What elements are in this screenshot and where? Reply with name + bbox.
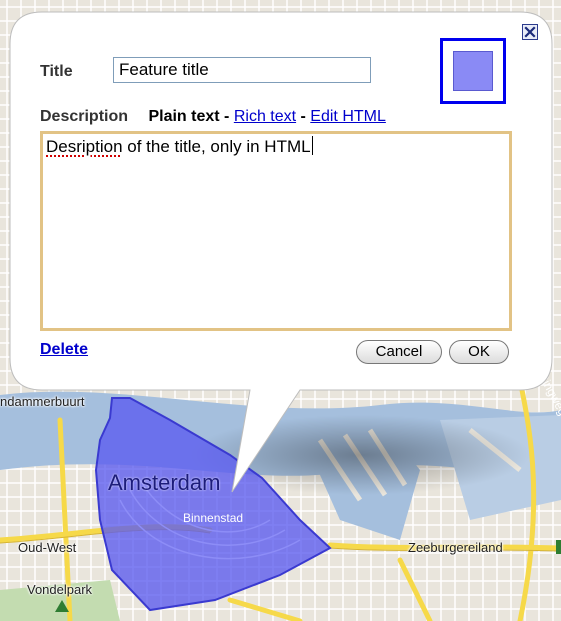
ok-button[interactable]: OK <box>449 340 509 364</box>
mode-separator: - <box>219 108 234 125</box>
map-view[interactable]: ndammerbuurt Amsterdam Binnenstad Oud-We… <box>0 0 561 621</box>
info-window: Title Description Plain text - Rich text… <box>12 12 552 390</box>
mode-separator: - <box>296 108 311 125</box>
description-text: Desription of the title, only in HTML <box>46 136 313 156</box>
title-label: Title <box>40 63 73 80</box>
description-mode-row: Description Plain text - Rich text - Edi… <box>40 108 386 126</box>
text-caret <box>311 136 313 155</box>
mode-edit-html-link[interactable]: Edit HTML <box>310 108 386 125</box>
delete-link[interactable]: Delete <box>40 341 88 359</box>
misspelled-word: Desription <box>46 137 123 156</box>
close-icon[interactable] <box>522 24 538 40</box>
fill-color-swatch <box>453 51 493 91</box>
style-swatch-button[interactable] <box>440 38 506 104</box>
title-input[interactable] <box>113 57 371 83</box>
mode-rich-text-link[interactable]: Rich text <box>234 108 296 125</box>
mode-plain-text: Plain text <box>148 108 220 125</box>
description-text-rest: of the title, only in HTML <box>122 137 311 156</box>
cancel-button[interactable]: Cancel <box>356 340 442 364</box>
description-label: Description <box>40 108 129 125</box>
description-textarea[interactable]: Desription of the title, only in HTML <box>40 131 512 331</box>
